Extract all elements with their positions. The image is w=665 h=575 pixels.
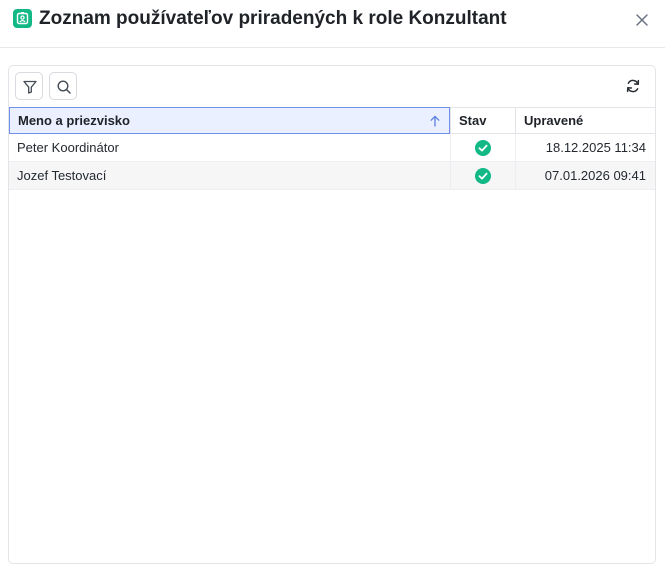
users-grid-panel: Meno a priezvisko Stav Upravené Peter Ko… [8, 65, 656, 564]
table-row[interactable]: Peter Koordinátor 18.12.2025 11:34 [9, 134, 655, 162]
users-table: Meno a priezvisko Stav Upravené Peter Ko… [9, 107, 655, 190]
search-button[interactable] [49, 72, 77, 100]
table-row[interactable]: Jozef Testovací 07.01.2026 09:41 [9, 162, 655, 190]
check-circle-icon [475, 168, 491, 184]
check-circle-icon [475, 140, 491, 156]
column-header-name[interactable]: Meno a priezvisko [9, 107, 450, 134]
dialog-title: Zoznam používateľov priradených k role K… [39, 8, 507, 29]
column-header-updated[interactable]: Upravené [515, 108, 655, 134]
id-badge-icon [13, 9, 32, 28]
filter-icon [23, 80, 37, 94]
column-header-status[interactable]: Stav [450, 108, 515, 134]
users-in-role-dialog: Zoznam používateľov priradených k role K… [0, 0, 665, 575]
close-icon [636, 14, 648, 26]
sort-ascending-icon [430, 115, 440, 127]
grid-toolbar [9, 66, 655, 107]
cell-updated: 18.12.2025 11:34 [515, 134, 655, 161]
cell-name: Peter Koordinátor [17, 140, 119, 155]
table-header: Meno a priezvisko Stav Upravené [9, 107, 655, 134]
search-icon [57, 80, 71, 94]
cell-updated: 07.01.2026 09:41 [515, 162, 655, 189]
cell-status [450, 162, 515, 189]
column-header-label: Meno a priezvisko [18, 113, 130, 128]
refresh-button[interactable] [623, 76, 643, 96]
close-button[interactable] [633, 11, 651, 29]
filter-button[interactable] [15, 72, 43, 100]
cell-name: Jozef Testovací [17, 168, 107, 183]
column-header-label: Upravené [524, 113, 584, 128]
refresh-icon [626, 79, 640, 93]
cell-status [450, 134, 515, 161]
column-header-label: Stav [459, 113, 487, 128]
dialog-header: Zoznam používateľov priradených k role K… [0, 0, 665, 48]
